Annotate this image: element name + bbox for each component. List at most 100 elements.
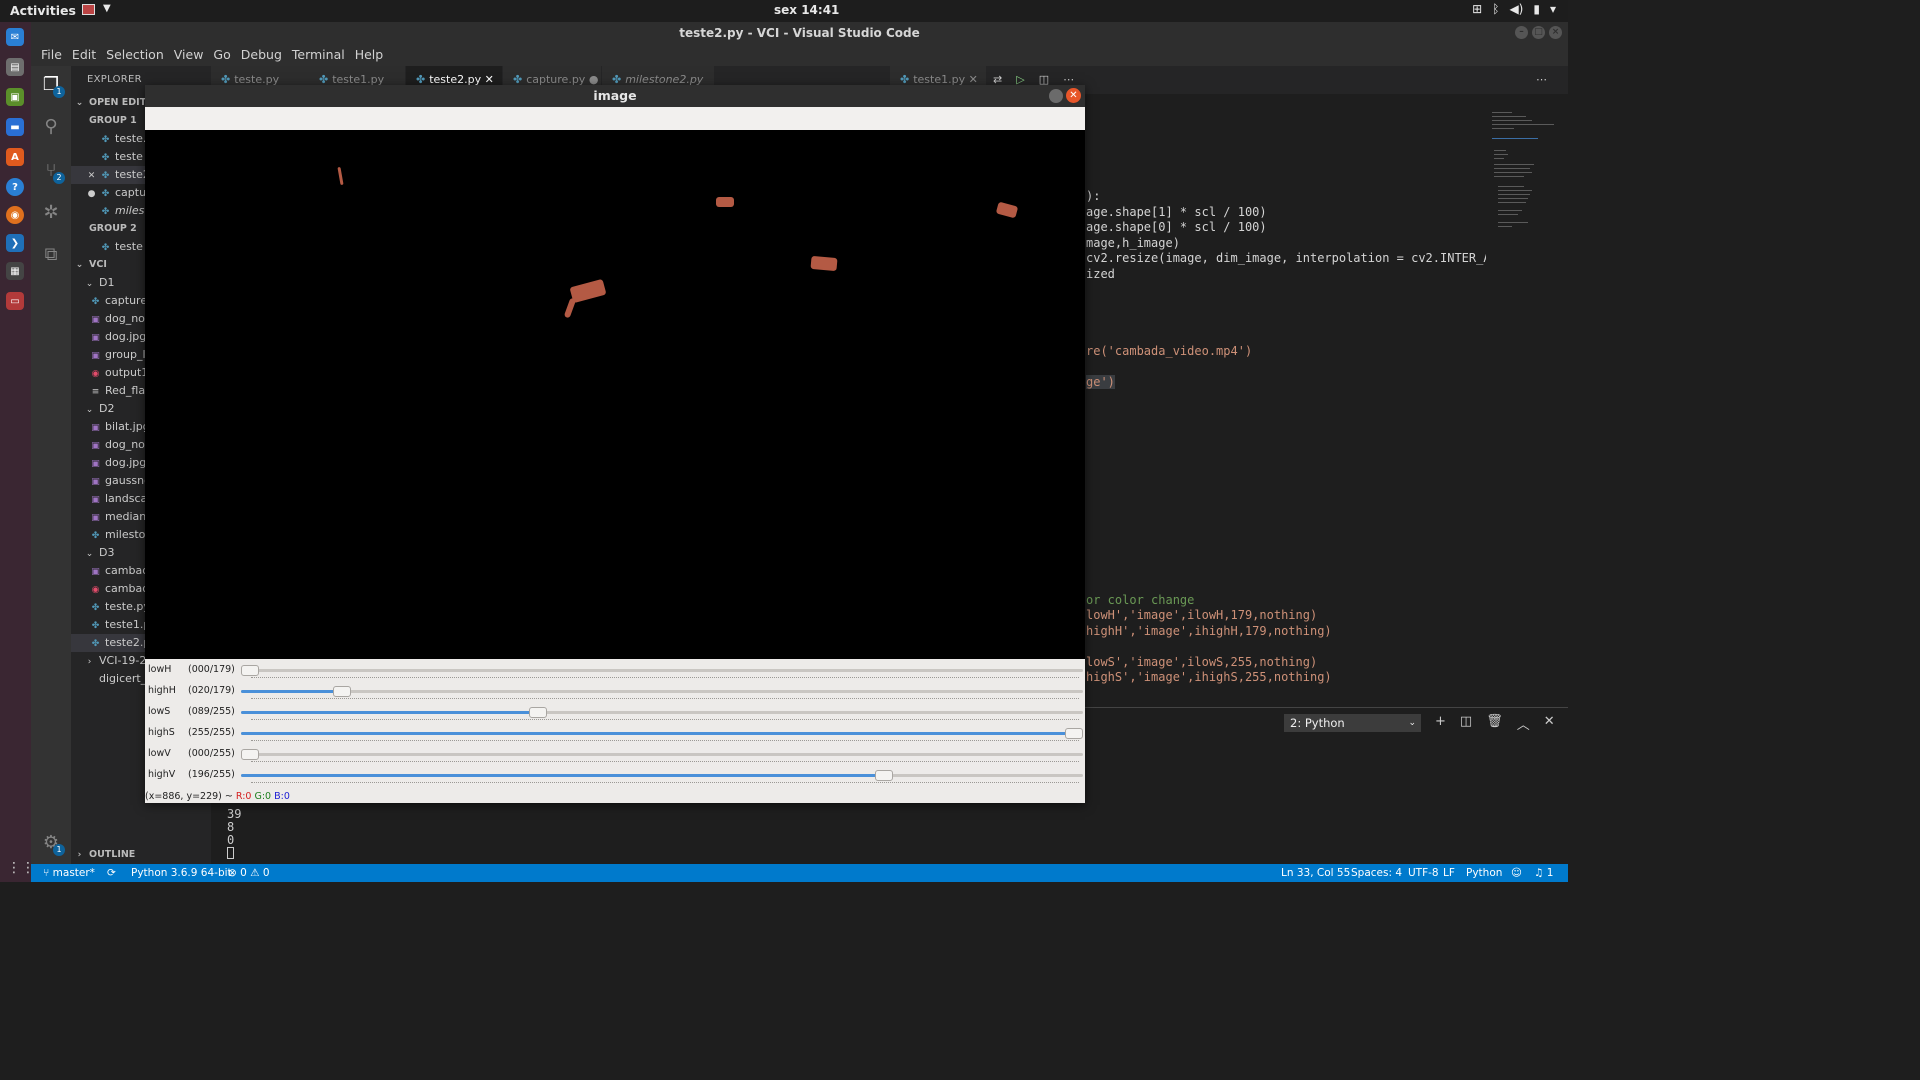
more-actions-icon[interactable]: ⋯: [1536, 73, 1547, 86]
notifications-status[interactable]: ♫ 1: [1534, 864, 1553, 882]
libreoffice-icon[interactable]: ▣: [6, 88, 24, 106]
trackbar-handle[interactable]: [528, 707, 547, 718]
code-line: re('cambada_video.mp4'): [1086, 344, 1253, 358]
menu-file[interactable]: File: [36, 44, 67, 66]
code-line: cv2.resize(image, dim_image, interpolati…: [1086, 251, 1486, 265]
minimap[interactable]: [1488, 110, 1558, 240]
close-icon[interactable]: ×: [1549, 26, 1562, 39]
video-editor-icon[interactable]: ▦: [6, 262, 24, 280]
trackbar-handle[interactable]: [241, 749, 259, 760]
search-icon[interactable]: ⚲: [40, 116, 62, 138]
language-status[interactable]: Python: [1466, 864, 1502, 882]
vscode-icon[interactable]: ❯: [6, 234, 24, 252]
opencv-image-canvas[interactable]: [145, 130, 1085, 659]
terminal-output[interactable]: 39 8 0: [227, 808, 241, 862]
problems-status[interactable]: ⊗ 0 ⚠ 0: [228, 864, 270, 882]
menu-selection[interactable]: Selection: [101, 44, 169, 66]
maximize-panel-icon[interactable]: ︿: [1517, 714, 1530, 733]
menu-terminal[interactable]: Terminal: [287, 44, 350, 66]
extensions-icon[interactable]: ⧉: [40, 244, 62, 266]
close-panel-icon[interactable]: ✕: [1544, 714, 1555, 733]
minimize-icon[interactable]: –: [1515, 26, 1528, 39]
maximize-icon[interactable]: □: [1532, 26, 1545, 39]
image-viewer-icon[interactable]: ▭: [6, 292, 24, 310]
trackbar-track[interactable]: [241, 770, 1083, 781]
image-file-icon: ▣: [91, 459, 100, 469]
menu-go[interactable]: Go: [208, 44, 235, 66]
trackbar-handle[interactable]: [333, 686, 352, 697]
outline-section[interactable]: › OUTLINE: [71, 846, 211, 864]
trackbar-handle[interactable]: [241, 665, 259, 676]
minimize-icon[interactable]: [1049, 89, 1063, 103]
trackbar-ticks: [251, 761, 1079, 762]
trackbar-lowH[interactable]: lowH (000/179): [145, 660, 1085, 681]
close-icon[interactable]: ✕: [1066, 88, 1081, 103]
writer-icon[interactable]: ▬: [6, 118, 24, 136]
encoding-status[interactable]: UTF-8: [1408, 864, 1439, 882]
menu-view[interactable]: View: [169, 44, 209, 66]
code-line: ized: [1086, 267, 1115, 281]
app-menu-icon[interactable]: [82, 4, 95, 15]
menu-edit[interactable]: Edit: [67, 44, 101, 66]
file-label: output1: [105, 366, 149, 379]
workspace-label: VCI: [89, 259, 107, 270]
file-label: teste.: [115, 132, 147, 145]
trackbar-highH[interactable]: highH (020/179): [145, 681, 1085, 702]
activities-button[interactable]: Activities: [10, 3, 76, 18]
menu-debug[interactable]: Debug: [236, 44, 287, 66]
trackbar-handle[interactable]: [1065, 728, 1083, 739]
files-icon[interactable]: ▤: [6, 58, 24, 76]
firefox-icon[interactable]: ◉: [6, 206, 24, 224]
thunderbird-icon[interactable]: ✉: [6, 28, 24, 46]
problems-label: 0 ⚠ 0: [240, 867, 270, 879]
power-menu-icon[interactable]: ▾: [1550, 2, 1556, 16]
debug-icon[interactable]: ✲: [40, 202, 62, 224]
bluetooth-icon[interactable]: ᛒ: [1492, 2, 1499, 16]
trackbar-handle[interactable]: [874, 770, 893, 781]
close-icon[interactable]: ✕: [87, 167, 96, 184]
trackbar-lowV[interactable]: lowV (000/255): [145, 744, 1085, 765]
trackbar-track[interactable]: [241, 707, 1083, 718]
python-file-icon: ✤: [91, 531, 100, 541]
editor-scrollbar[interactable]: [1558, 94, 1568, 706]
detected-blob: [563, 297, 577, 319]
terminal-select[interactable]: 2: Python ⌄: [1284, 714, 1421, 732]
cursor-position[interactable]: Ln 33, Col 55: [1281, 864, 1350, 882]
software-center-icon[interactable]: A: [6, 148, 24, 166]
trackbar-label: highH: [148, 685, 176, 696]
video-file-icon: ◉: [91, 369, 100, 379]
eol-status[interactable]: LF: [1443, 864, 1455, 882]
branch-status[interactable]: ⑂ master*: [43, 864, 95, 882]
python-file-icon: ✤: [101, 207, 110, 217]
split-terminal-icon[interactable]: ◫: [1460, 714, 1472, 733]
trackbar-highS[interactable]: highS (255/255): [145, 723, 1085, 744]
opencv-titlebar[interactable]: image ✕: [145, 85, 1085, 107]
file-label: dog.jpg: [105, 456, 147, 469]
feedback-icon[interactable]: ☺: [1511, 864, 1522, 882]
help-icon[interactable]: ?: [6, 178, 24, 196]
trackbar-lowS[interactable]: lowS (089/255): [145, 702, 1085, 723]
new-terminal-icon[interactable]: +: [1435, 714, 1446, 733]
chevron-down-icon: ⌄: [1408, 718, 1416, 728]
indentation-status[interactable]: Spaces: 4: [1351, 864, 1402, 882]
menu-help[interactable]: Help: [350, 44, 389, 66]
volume-icon[interactable]: ◀): [1509, 2, 1523, 16]
trackbar-label: lowH: [148, 664, 172, 675]
trackbar-highV[interactable]: highV (196/255): [145, 765, 1085, 786]
network-icon[interactable]: ⊞: [1472, 2, 1482, 16]
code-line: ge'): [1086, 375, 1115, 389]
trackbar-track[interactable]: [241, 749, 1083, 760]
battery-icon[interactable]: ▮: [1533, 2, 1540, 16]
chevron-down-icon[interactable]: ▼: [103, 3, 111, 14]
folder-label: D2: [99, 402, 115, 415]
interpreter-status[interactable]: Python 3.6.9 64-bit: [131, 864, 232, 882]
trackbar-track[interactable]: [241, 686, 1083, 697]
trash-icon[interactable]: 🗑: [1486, 714, 1503, 733]
clock[interactable]: sex 14:41: [774, 3, 839, 17]
trackbar-track[interactable]: [241, 728, 1083, 739]
trackbar-track[interactable]: [241, 665, 1083, 676]
system-tray[interactable]: ⊞ ᛒ ◀) ▮ ▾: [1472, 2, 1556, 16]
image-file-icon: ▣: [91, 441, 100, 451]
sync-icon[interactable]: ⟳: [107, 864, 116, 882]
code-editor[interactable]: ): age.shape[1] * scl / 100) age.shape[0…: [1086, 94, 1486, 706]
